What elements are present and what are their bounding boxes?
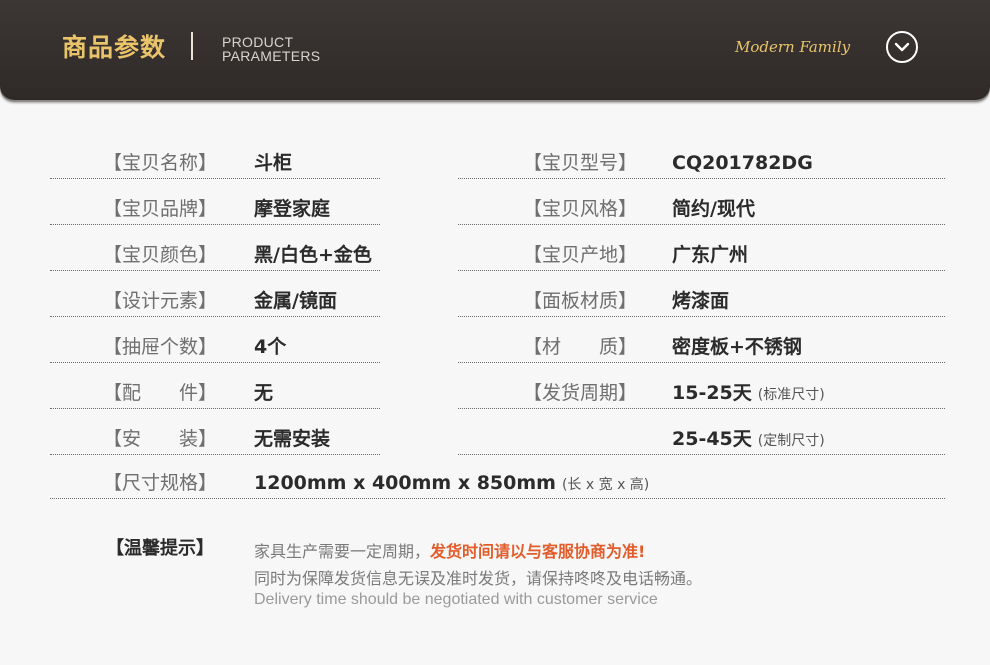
param-label: 【安 装】	[102, 428, 217, 450]
param-value: 密度板+不锈钢	[672, 336, 802, 358]
param-label: 【设计元素】	[102, 290, 217, 312]
param-row-origin: 【宝贝产地】 广东广州	[458, 240, 945, 271]
delivery-custom-value: 25-45天	[672, 428, 752, 450]
tips-line-3: Delivery time should be negotiated with …	[254, 591, 658, 608]
param-label: 【尺寸规格】	[102, 472, 217, 494]
title-en-line2: PARAMETERS	[222, 48, 321, 64]
param-row-name: 【宝贝名称】 斗柜	[50, 148, 380, 179]
tips-line-1: 家具生产需要一定周期，发货时间请以与客服协商为准!	[254, 538, 645, 562]
delivery-standard-value: 15-25天	[672, 382, 752, 404]
expand-button[interactable]	[886, 31, 918, 63]
param-row-color: 【宝贝颜色】 黑/白色+金色	[50, 240, 380, 271]
param-label: 【宝贝产地】	[522, 244, 637, 266]
param-value: 烤漆面	[672, 290, 730, 312]
param-row-style: 【宝贝风格】 简约/现代	[458, 194, 945, 225]
tips-line-1-emphasis: 发货时间请以与客服协商为准!	[430, 542, 646, 561]
param-label: 【宝贝型号】	[522, 152, 637, 174]
param-row-panel: 【面板材质】 烤漆面	[458, 286, 945, 317]
param-value: 4个	[254, 336, 287, 358]
param-label: 【发货周期】	[522, 382, 637, 404]
param-row-brand: 【宝贝品牌】 摩登家庭	[50, 194, 380, 225]
param-value: 广东广州	[672, 244, 749, 266]
param-value: 黑/白色+金色	[254, 244, 372, 266]
size-value: 1200mm x 400mm x 850mm	[254, 472, 556, 494]
tips-line-1-normal: 家具生产需要一定周期，	[254, 542, 431, 561]
size-note: (长 x 宽 x 高)	[561, 477, 650, 493]
header-bar: 商品参数 PRODUCT PARAMETERS Modern Family	[0, 0, 990, 100]
param-value: 斗柜	[254, 152, 293, 174]
param-value: 金属/镜面	[254, 290, 337, 312]
section-title: 商品参数	[62, 33, 167, 62]
param-label: 【宝贝颜色】	[102, 244, 217, 266]
param-row-parts: 【配 件】 无	[50, 378, 380, 409]
delivery-custom-note: (定制尺寸)	[757, 433, 825, 449]
param-value: CQ201782DG	[672, 152, 813, 174]
title-divider	[191, 32, 193, 60]
param-value: 无需安装	[254, 428, 331, 450]
delivery-standard-note: (标准尺寸)	[757, 387, 825, 403]
chevron-down-circle-icon	[894, 42, 910, 52]
param-label: 【宝贝名称】	[102, 152, 217, 174]
param-value: 1200mm x 400mm x 850mm (长 x 宽 x 高)	[254, 468, 649, 500]
brand-script: Modern Family	[735, 38, 851, 56]
param-row-delivery-custom: 25-45天 (定制尺寸)	[458, 424, 945, 455]
param-row-size: 【尺寸规格】 1200mm x 400mm x 850mm (长 x 宽 x 高)	[50, 468, 945, 499]
tips-label: 【温馨提示】	[106, 538, 214, 559]
param-value: 25-45天 (定制尺寸)	[672, 424, 825, 456]
param-row-delivery: 【发货周期】 15-25天 (标准尺寸)	[458, 378, 945, 409]
param-label: 【面板材质】	[522, 290, 637, 312]
param-value: 简约/现代	[672, 198, 755, 220]
param-row-model: 【宝贝型号】 CQ201782DG	[458, 148, 945, 179]
param-label: 【材 质】	[522, 336, 637, 358]
param-row-drawers: 【抽屉个数】 4个	[50, 332, 380, 363]
section-title-en: PRODUCT PARAMETERS	[222, 35, 320, 63]
param-row-material: 【材 质】 密度板+不锈钢	[458, 332, 945, 363]
param-value: 摩登家庭	[254, 198, 331, 220]
param-label: 【宝贝风格】	[522, 198, 637, 220]
param-label: 【宝贝品牌】	[102, 198, 217, 220]
param-row-install: 【安 装】 无需安装	[50, 424, 380, 455]
tips-line-2: 同时为保障发货信息无误及准时发货，请保持咚咚及电话畅通。	[254, 569, 703, 588]
param-label: 【抽屉个数】	[102, 336, 217, 358]
param-value: 无	[254, 382, 274, 404]
param-row-design: 【设计元素】 金属/镜面	[50, 286, 380, 317]
param-value: 15-25天 (标准尺寸)	[672, 378, 825, 410]
title-en-line1: PRODUCT	[222, 34, 294, 50]
param-label: 【配 件】	[102, 382, 217, 404]
